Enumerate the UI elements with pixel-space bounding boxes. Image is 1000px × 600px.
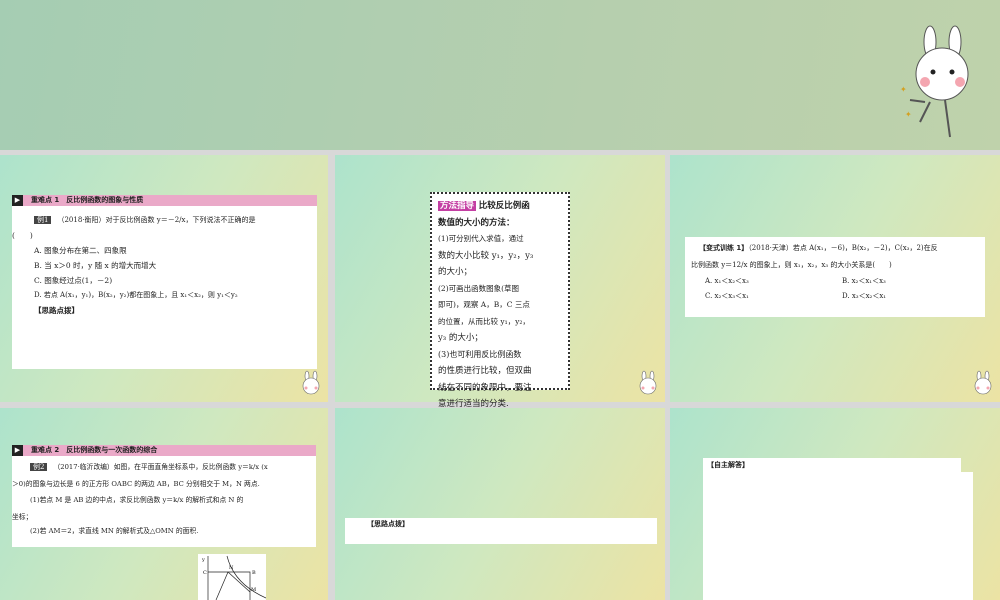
example-1-box: ▶ 重难点 1 反比例函数的图象与性质 例1 （2018·衡阳）对于反比例函数 y＝…	[12, 195, 317, 369]
hint-label: 【思路点拨】	[367, 520, 409, 528]
label-n: N	[229, 565, 234, 571]
blank: ( )	[12, 231, 33, 240]
play-icon: ▶	[12, 195, 23, 206]
method-line: 比较反比例函	[478, 201, 530, 211]
svg-text:✦: ✦	[900, 85, 907, 94]
slide-1-partial[interactable]: ✦ ✦	[0, 0, 1000, 150]
bunny-icon	[974, 370, 992, 395]
label-m: M	[251, 587, 256, 593]
question-line: 坐标；	[12, 512, 33, 521]
example-tag: 例2	[30, 463, 48, 471]
section-header: ▶ 重难点 2 反比例函数与一次函数的综合	[12, 445, 316, 456]
option-b: B. x₂＜x₁＜x₃	[842, 277, 886, 285]
option-c: C. 图象经过点(1，－2)	[34, 276, 113, 285]
label-c: C	[203, 570, 207, 576]
hint-box: 【思路点拨】	[345, 518, 657, 544]
question: （2018·天津）若点 A(x₁，－6)，B(x₂，－2)，C(x₃，2)在反	[748, 244, 938, 252]
variant-training-box: 【变式训练 1】（2018·天津）若点 A(x₁，－6)，B(x₂，－2)，C(…	[685, 237, 985, 317]
example-2-box: ▶ 重难点 2 反比例函数与一次函数的综合 例2 （2017·临沂改编）如图，在平面…	[12, 445, 316, 547]
method-guide-box: 方法指导 比较反比例函 数值的大小的方法： (1)可分别代入求值，通过 数的大小…	[430, 192, 570, 409]
label-b: B	[252, 570, 256, 576]
method-line: 的性质进行比较，但双曲	[438, 366, 532, 376]
method-line: 即可)，观察 A，B，C 三点	[438, 300, 530, 309]
bunny-icon	[302, 370, 320, 395]
variant-label: 【变式训练 1】	[699, 244, 749, 252]
option-a: A. x₁＜x₂＜x₃	[705, 277, 749, 285]
question-cont: 比例函数 y＝12/x 的图象上，则 x₁，x₂，x₃ 的大小关系是( )	[691, 261, 892, 269]
method-line: (1)可分别代入求值，通过	[438, 234, 524, 243]
question-line: (1)若点 M 是 AB 边的中点，求反比例函数 y＝k/x 的解析式和点 N …	[30, 496, 244, 504]
question-line: ＞0)的图象与边长是 6 的正方形 OABC 的两边 AB，BC 分别相交于 M…	[12, 479, 260, 488]
slide-2[interactable]: ▶ 重难点 1 反比例函数的图象与性质 例1 （2018·衡阳）对于反比例函数 y＝…	[0, 155, 328, 402]
svg-text:✦: ✦	[905, 110, 912, 119]
method-line: 的位置，从而比较 y₁，y₂，	[438, 316, 530, 326]
answer-header-box: 【自主解答】	[703, 458, 961, 472]
bunny-icon	[639, 370, 657, 395]
option-b: B. 当 x＞0 时，y 随 x 的增大而增大	[34, 261, 157, 270]
slide-4[interactable]: 【变式训练 1】（2018·天津）若点 A(x₁，－6)，B(x₂，－2)，C(…	[670, 155, 1000, 402]
method-line: 数的大小比较 y₁，y₂，y₃	[438, 250, 534, 261]
question-line: (2)若 AM＝2，求直线 MN 的解析式及△OMN 的面积.	[30, 527, 199, 535]
option-c: C. x₂＜x₃＜x₁	[705, 292, 749, 300]
method-line: 数值的大小的方法：	[438, 217, 515, 228]
slide-5[interactable]: ▶ 重难点 2 反比例函数与一次函数的综合 例2 （2017·临沂改编）如图，在平面…	[0, 408, 328, 600]
play-icon: ▶	[12, 445, 23, 456]
option-a: A. 图象分布在第二、四象限	[34, 246, 127, 255]
hint-label: 【思路点拨】	[34, 306, 79, 315]
slide-6[interactable]: 【思路点拨】	[335, 408, 665, 600]
answer-label: 【自主解答】	[707, 461, 749, 469]
method-line: 线在不同的象限中，要注	[438, 382, 532, 393]
option-d: D. x₃＜x₂＜x₁	[842, 292, 887, 300]
question: （2018·衡阳）对于反比例函数 y＝－2/x，下列说法不正确的是	[57, 216, 256, 224]
answer-area	[703, 472, 973, 600]
bunny-mascot-icon: ✦✦	[900, 25, 969, 138]
method-title: 方法指导	[438, 201, 477, 211]
method-line: 的大小；	[438, 267, 473, 277]
geometry-figure: y C N B M	[198, 554, 266, 600]
header-text: 重难点 2 反比例函数与一次函数的综合	[31, 446, 158, 454]
slide-7[interactable]: 【自主解答】	[670, 408, 1000, 600]
option-d: D. 若点 A(x₁，y₁)，B(x₂，y₂)都在图象上，且 x₁＜x₂，则 y…	[34, 291, 238, 299]
label-y: y	[201, 557, 205, 563]
method-line: (3)也可利用反比例函数	[438, 349, 522, 359]
section-header: ▶ 重难点 1 反比例函数的图象与性质	[12, 195, 317, 206]
method-line: y₃ 的大小；	[438, 333, 483, 343]
method-line: (2)可画出函数图象(草图	[438, 283, 520, 293]
example-tag: 例1	[34, 216, 52, 224]
header-text: 重难点 1 反比例函数的图象与性质	[31, 196, 144, 204]
question: （2017·临沂改编）如图，在平面直角坐标系中，反比例函数 y＝k/x (x	[53, 463, 268, 471]
